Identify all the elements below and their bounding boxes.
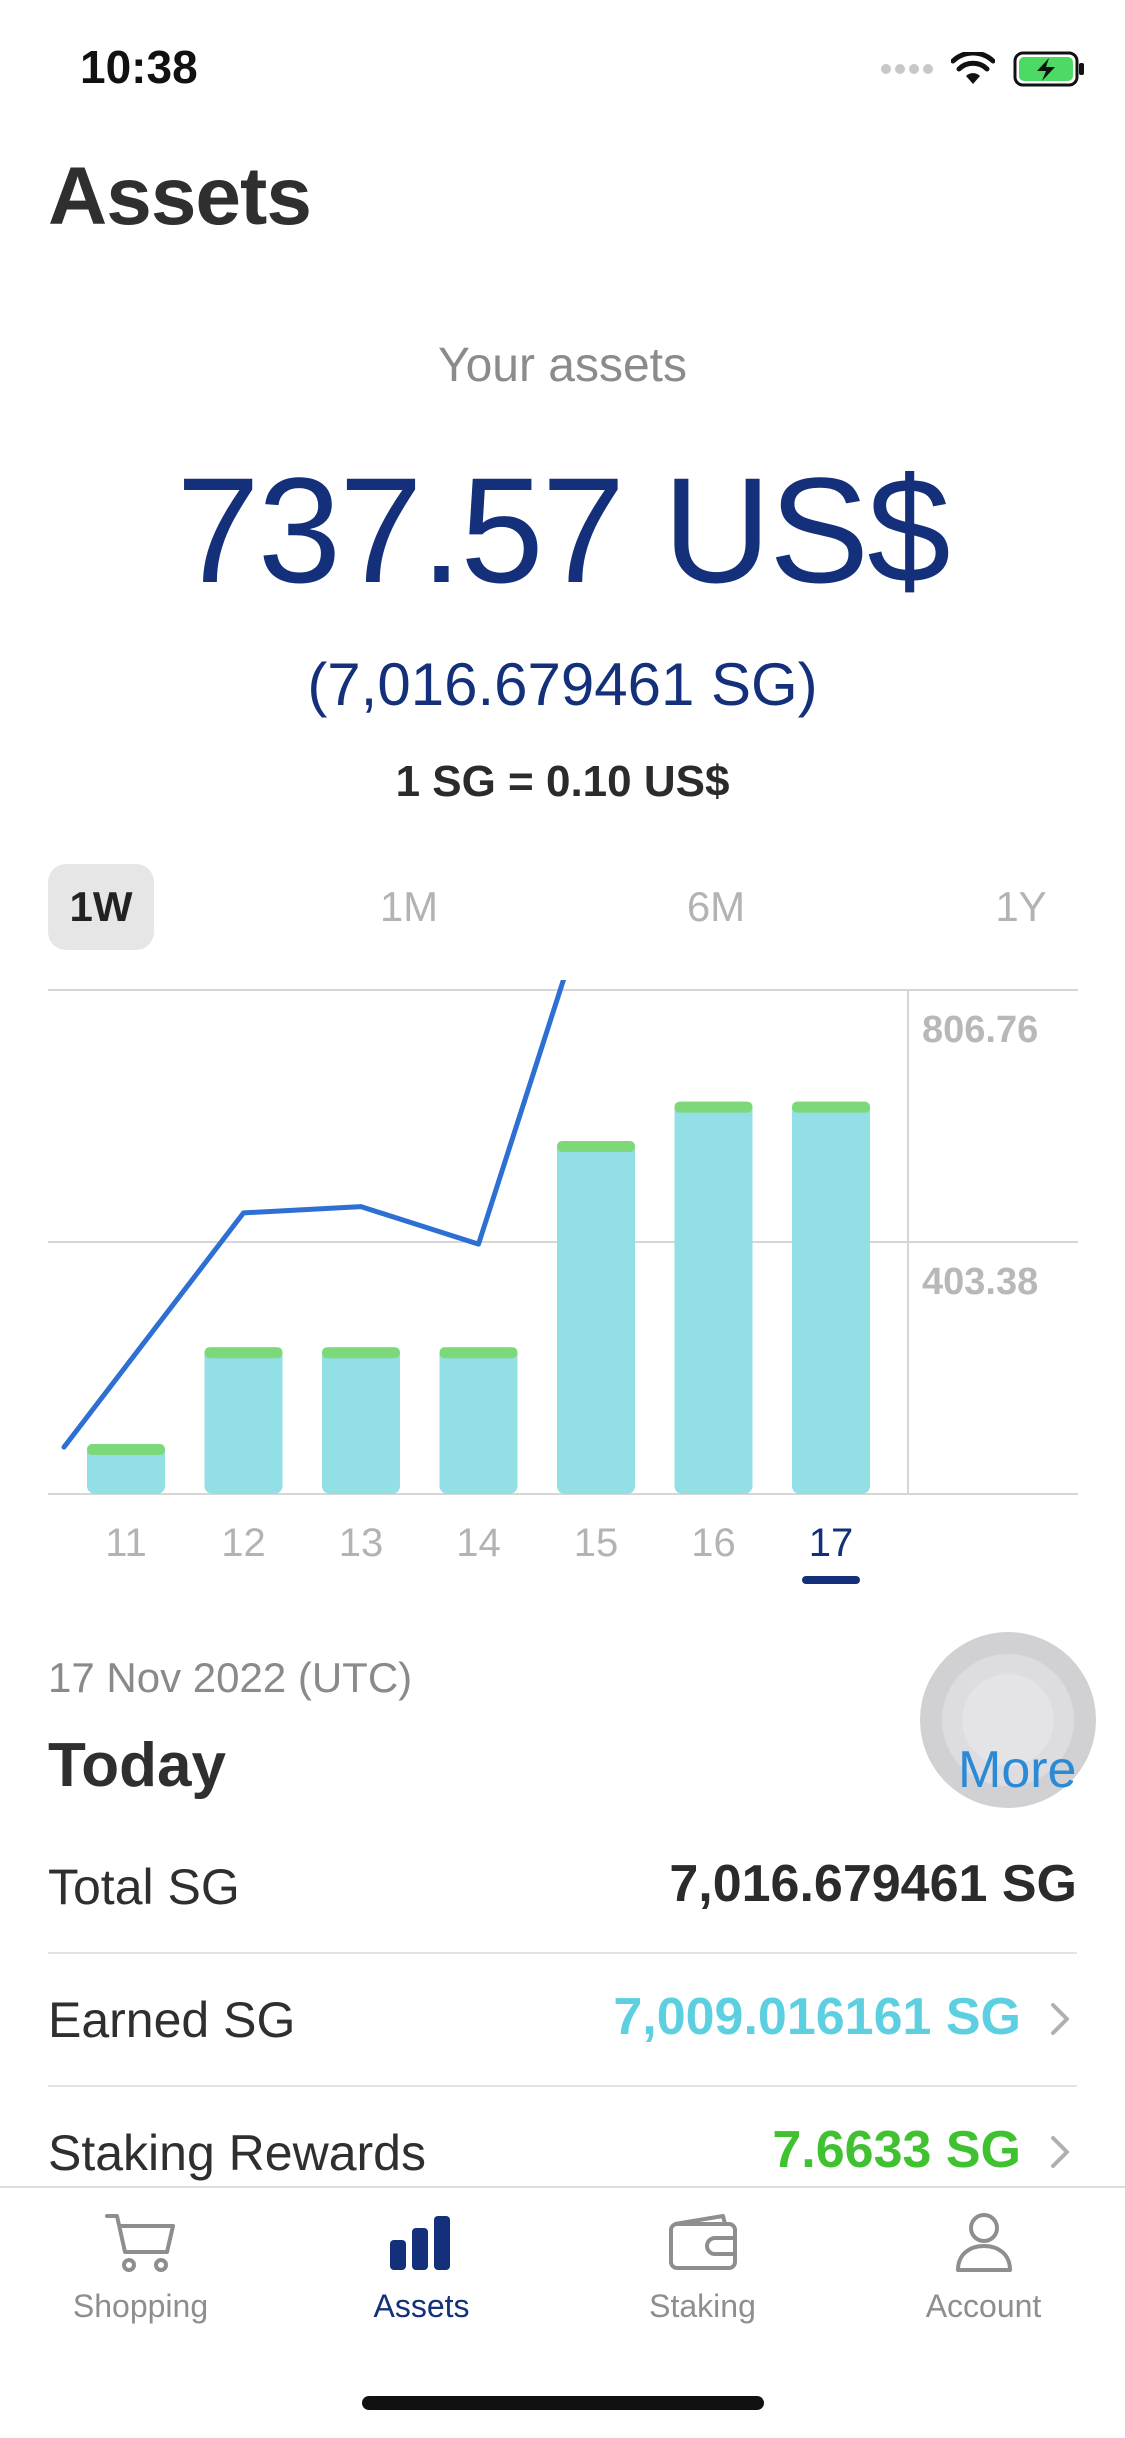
more-link[interactable]: More xyxy=(958,1740,1076,1800)
chart-bar-cap xyxy=(674,1101,753,1113)
period-tab-6m[interactable]: 6M xyxy=(663,864,769,950)
battery-charging-icon xyxy=(1013,51,1084,87)
x-tick-label: 16 xyxy=(691,1521,736,1565)
tab-assets-label: Assets xyxy=(373,2288,470,2324)
x-tick-label: 17 xyxy=(809,1521,854,1565)
tab-account-label: Account xyxy=(925,2288,1042,2324)
x-tick-label: 14 xyxy=(456,1521,501,1565)
tab-staking-label: Staking xyxy=(649,2288,756,2324)
chevron-right-icon xyxy=(1051,2003,1069,2035)
chart-bar xyxy=(674,1101,753,1494)
selected-date: 17 Nov 2022 (UTC) xyxy=(48,1654,413,1701)
status-icons xyxy=(881,46,1087,92)
chart-bar xyxy=(792,1101,870,1494)
wifi-icon xyxy=(951,52,995,84)
chart-bar xyxy=(557,1141,635,1494)
cellular-signal-icon xyxy=(881,64,933,74)
y-tick-label: 403.38 xyxy=(922,1261,1038,1303)
wallet-icon xyxy=(668,2214,737,2270)
today-heading: Today xyxy=(48,1731,226,1800)
assets-caption: Your assets xyxy=(437,339,688,392)
total-sg-label: Total SG xyxy=(48,1859,240,1915)
chart-bar-cap xyxy=(322,1347,400,1359)
cart-icon xyxy=(104,2214,175,2272)
exchange-rate: 1 SG = 0.10 US$ xyxy=(395,757,730,806)
page-title: Assets xyxy=(48,151,312,242)
staking-rewards-label: Staking Rewards xyxy=(48,2125,426,2181)
chart-bar-cap xyxy=(792,1101,870,1113)
chart-bar-cap xyxy=(439,1347,518,1359)
y-tick-label: 806.76 xyxy=(922,1009,1038,1051)
selected-day-indicator xyxy=(802,1576,860,1584)
status-time: 10:38 xyxy=(80,41,198,93)
chart-bar-cap xyxy=(204,1347,283,1359)
x-tick-label: 11 xyxy=(105,1521,147,1565)
earned-sg-value: 7,009.016161 SG xyxy=(613,1988,1021,2046)
chart-bar-cap xyxy=(557,1141,635,1153)
chart-bar xyxy=(204,1347,283,1494)
period-tab-1y[interactable]: 1Y xyxy=(968,864,1074,950)
tab-staking[interactable]: Staking xyxy=(562,2210,843,2325)
period-tab-1m[interactable]: 1M xyxy=(356,864,462,950)
chart-bar xyxy=(439,1347,518,1494)
x-tick-label: 15 xyxy=(574,1521,619,1565)
x-tick-label: 13 xyxy=(339,1521,384,1565)
total-sg-row: Total SG 7,016.679461 SG xyxy=(48,1820,1077,1954)
bar-chart-icon xyxy=(389,2216,450,2270)
tab-shopping-label: Shopping xyxy=(72,2288,209,2324)
x-tick-label: 12 xyxy=(221,1521,266,1565)
chart-bar-cap xyxy=(87,1444,165,1456)
assets-sg-value: (7,016.679461 SG) xyxy=(307,651,818,718)
earned-sg-row[interactable]: Earned SG 7,009.016161 SG xyxy=(48,1953,1077,2087)
person-icon xyxy=(955,2213,1012,2272)
assets-chart[interactable]: 806.76 403.38 11 12 13 14 15 16 17 xyxy=(0,980,1125,1600)
chart-bar xyxy=(322,1347,400,1494)
assets-usd-value: 737.57 US$ xyxy=(176,446,950,614)
total-sg-value: 7,016.679461 SG xyxy=(669,1855,1077,1913)
chevron-right-icon xyxy=(1051,2136,1069,2168)
staking-rewards-value: 7.6633 SG xyxy=(772,2121,1021,2179)
tab-assets[interactable]: Assets xyxy=(281,2210,562,2325)
earned-sg-label: Earned SG xyxy=(48,1992,296,2048)
tab-shopping[interactable]: Shopping xyxy=(0,2210,281,2325)
home-indicator xyxy=(362,2396,764,2410)
tab-account[interactable]: Account xyxy=(843,2210,1124,2325)
period-tab-1w[interactable]: 1W xyxy=(48,864,154,950)
